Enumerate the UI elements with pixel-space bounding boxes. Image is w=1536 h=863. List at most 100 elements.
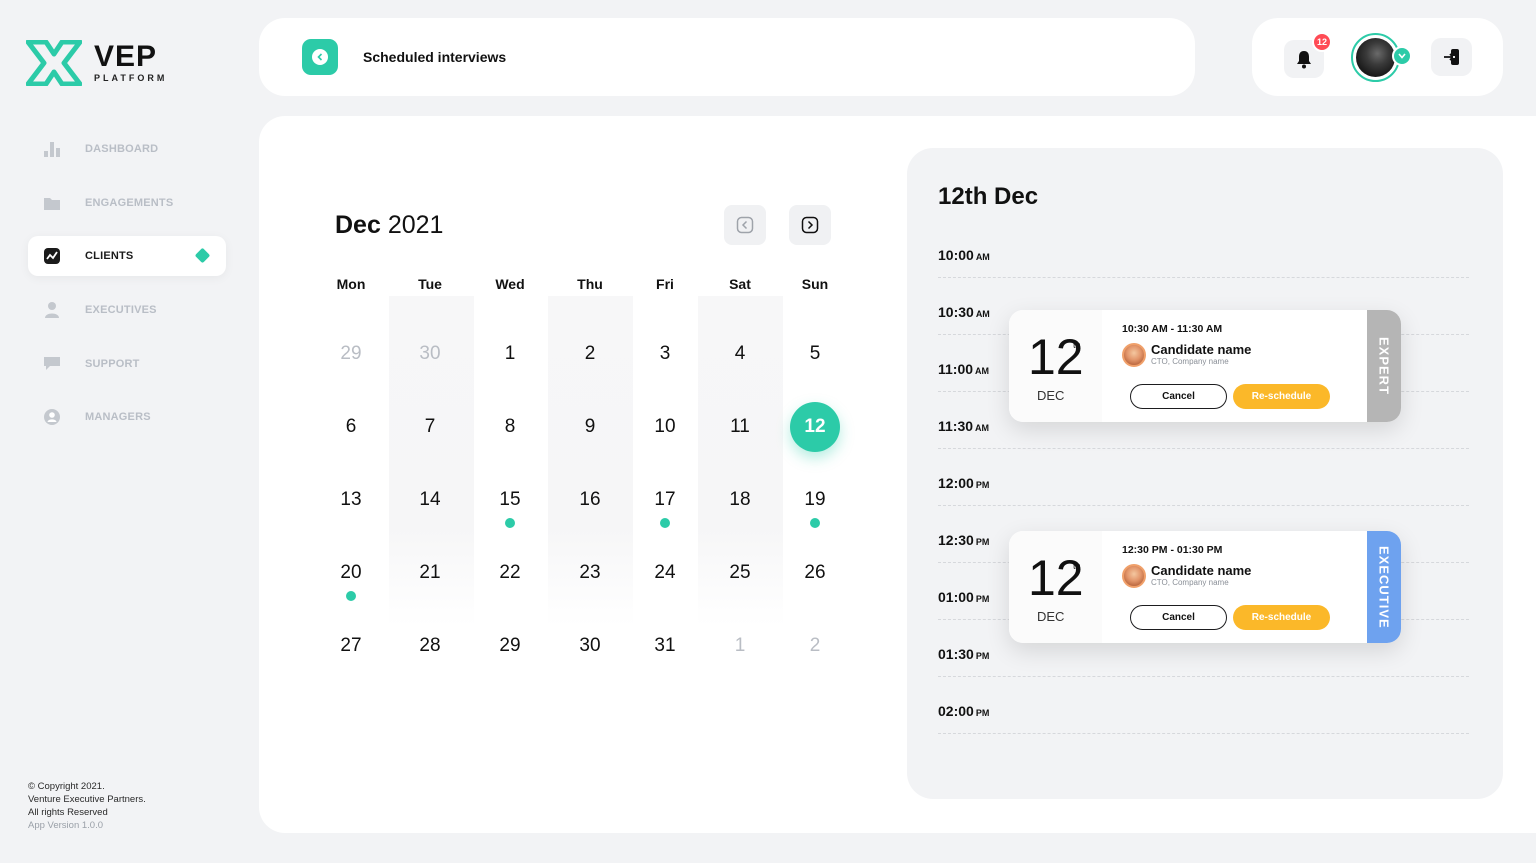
calendar-day[interactable]: 10 [640,402,690,452]
time-slot-label: 01:30 PM [938,646,990,662]
event-time-range: 10:30 AM - 11:30 AM [1122,323,1223,335]
calendar-day[interactable]: 30 [565,621,615,671]
calendar-day[interactable]: 28 [405,621,455,671]
candidate-avatar [1122,563,1146,588]
page-title: Scheduled interviews [363,49,507,65]
page-header: Scheduled interviews [259,18,1195,96]
calendar-day-selected[interactable]: 12 [790,402,840,452]
time-slot-line [938,505,1469,506]
sidebar-item-managers[interactable]: MANAGERS [28,397,226,437]
event-dot [505,518,515,528]
calendar-day[interactable]: 30 [405,329,455,379]
event-type-tag: EXPERT [1367,310,1401,422]
prev-month-button[interactable] [724,205,766,245]
copyright-line: © Copyright 2021. [28,781,105,792]
event-type-tag: EXECUTIVE [1367,531,1401,643]
calendar-day[interactable]: 21 [405,548,455,598]
calendar-day[interactable]: 14 [405,475,455,525]
calendar-day[interactable]: 5 [790,329,840,379]
app-version: App Version 1.0.0 [28,820,103,831]
event-type-label: EXPERT [1376,336,1392,395]
next-month-button[interactable] [789,205,831,245]
calendar-month-title: Dec 2021 [335,211,443,240]
weekday-header: Wed [495,276,525,292]
time-slot-label: 11:00 AM [938,361,990,377]
event-date-block: 12 th DEC [1009,310,1102,422]
event-month: DEC [1037,609,1065,624]
user-toolbar: 12 [1252,18,1503,96]
logout-button[interactable] [1431,38,1472,76]
calendar-day[interactable]: 6 [326,402,376,452]
calendar-day[interactable]: 24 [640,548,690,598]
person-icon [42,300,62,320]
time-slot-line [938,448,1469,449]
chevron-down-icon[interactable] [1392,46,1412,66]
time-slot-label: 10:00 AM [938,247,990,263]
vep-logo-icon [26,40,82,86]
reschedule-button[interactable]: Re-schedule [1233,605,1330,630]
back-arrow-icon [312,49,328,65]
calendar-day[interactable]: 13 [326,475,376,525]
back-button[interactable] [302,39,338,75]
sidebar-item-clients[interactable]: CLIENTS [28,236,226,277]
weekday-header: Sun [801,276,829,292]
calendar-day[interactable]: 27 [326,621,376,671]
calendar-day[interactable]: 11 [715,402,765,452]
weekday-header: Tue [418,276,442,292]
folder-icon [42,193,62,213]
calendar-day[interactable]: 9 [565,402,615,452]
interview-event-card[interactable]: 12 th DEC 10:30 AM - 11:30 AM Candidate … [1009,310,1401,422]
main-panel: Dec 2021 Mon Tue Wed Thu Fri Sat Sun 29 … [259,116,1536,833]
event-dot [346,591,356,601]
weekday-header: Thu [577,276,603,292]
calendar-day[interactable]: 26 [790,548,840,598]
event-time-range: 12:30 PM - 01:30 PM [1122,544,1223,556]
cancel-button[interactable]: Cancel [1130,384,1227,409]
vep-logo[interactable]: VEP PLATFORM [26,40,167,86]
company-line: Venture Executive Partners. [28,794,146,805]
calendar-day[interactable]: 2 [790,621,840,671]
bell-icon [1297,51,1311,69]
cancel-button[interactable]: Cancel [1130,605,1227,630]
sidebar-nav: DASHBOARD ENGAGEMENTS CLIENTS EXECUTIVES… [28,129,226,451]
calendar-day[interactable]: 22 [485,548,535,598]
sidebar-item-dashboard[interactable]: DASHBOARD [28,129,226,169]
active-indicator [194,248,211,264]
calendar-day[interactable]: 25 [715,548,765,598]
sidebar-item-support[interactable]: SUPPORT [28,344,226,384]
event-dot [660,518,670,528]
calendar-day[interactable]: 31 [640,621,690,671]
calendar-day[interactable]: 18 [715,475,765,525]
calendar-day[interactable]: 23 [565,548,615,598]
calendar-day[interactable]: 29 [485,621,535,671]
chat-icon [42,354,62,374]
user-badge-icon [42,407,62,427]
calendar-day[interactable]: 1 [715,621,765,671]
event-day-suffix: th [1073,340,1081,350]
calendar-day[interactable]: 7 [405,402,455,452]
sidebar-item-label: ENGAGEMENTS [85,196,174,209]
calendar-day[interactable]: 16 [565,475,615,525]
interview-event-card[interactable]: 12 th DEC 12:30 PM - 01:30 PM Candidate … [1009,531,1401,643]
calendar-day[interactable]: 29 [326,329,376,379]
sidebar-item-engagements[interactable]: ENGAGEMENTS [28,183,226,223]
reschedule-button[interactable]: Re-schedule [1233,384,1330,409]
time-slot-label: 02:00 PM [938,703,990,719]
sidebar-item-executives[interactable]: EXECUTIVES [28,290,226,330]
calendar-day[interactable]: 3 [640,329,690,379]
calendar-month: Dec [335,211,381,239]
calendar-day[interactable]: 1 [485,329,535,379]
bar-chart-icon [42,139,62,159]
avatar-image [1356,38,1395,77]
calendar-day[interactable]: 8 [485,402,535,452]
day-schedule-panel: 12th Dec 10:00 AM 10:30 AM 11:00 AM 11:30 AM… [907,148,1503,799]
candidate-avatar [1122,342,1146,367]
event-month: DEC [1037,388,1065,403]
calendar-day[interactable]: 4 [715,329,765,379]
event-date-block: 12 th DEC [1009,531,1102,643]
logout-icon [1443,49,1459,65]
event-details: 10:30 AM - 11:30 AM Candidate name CTO, … [1102,310,1367,422]
notification-count-badge: 12 [1312,32,1332,52]
calendar-day[interactable]: 2 [565,329,615,379]
time-slot-line [938,277,1469,278]
